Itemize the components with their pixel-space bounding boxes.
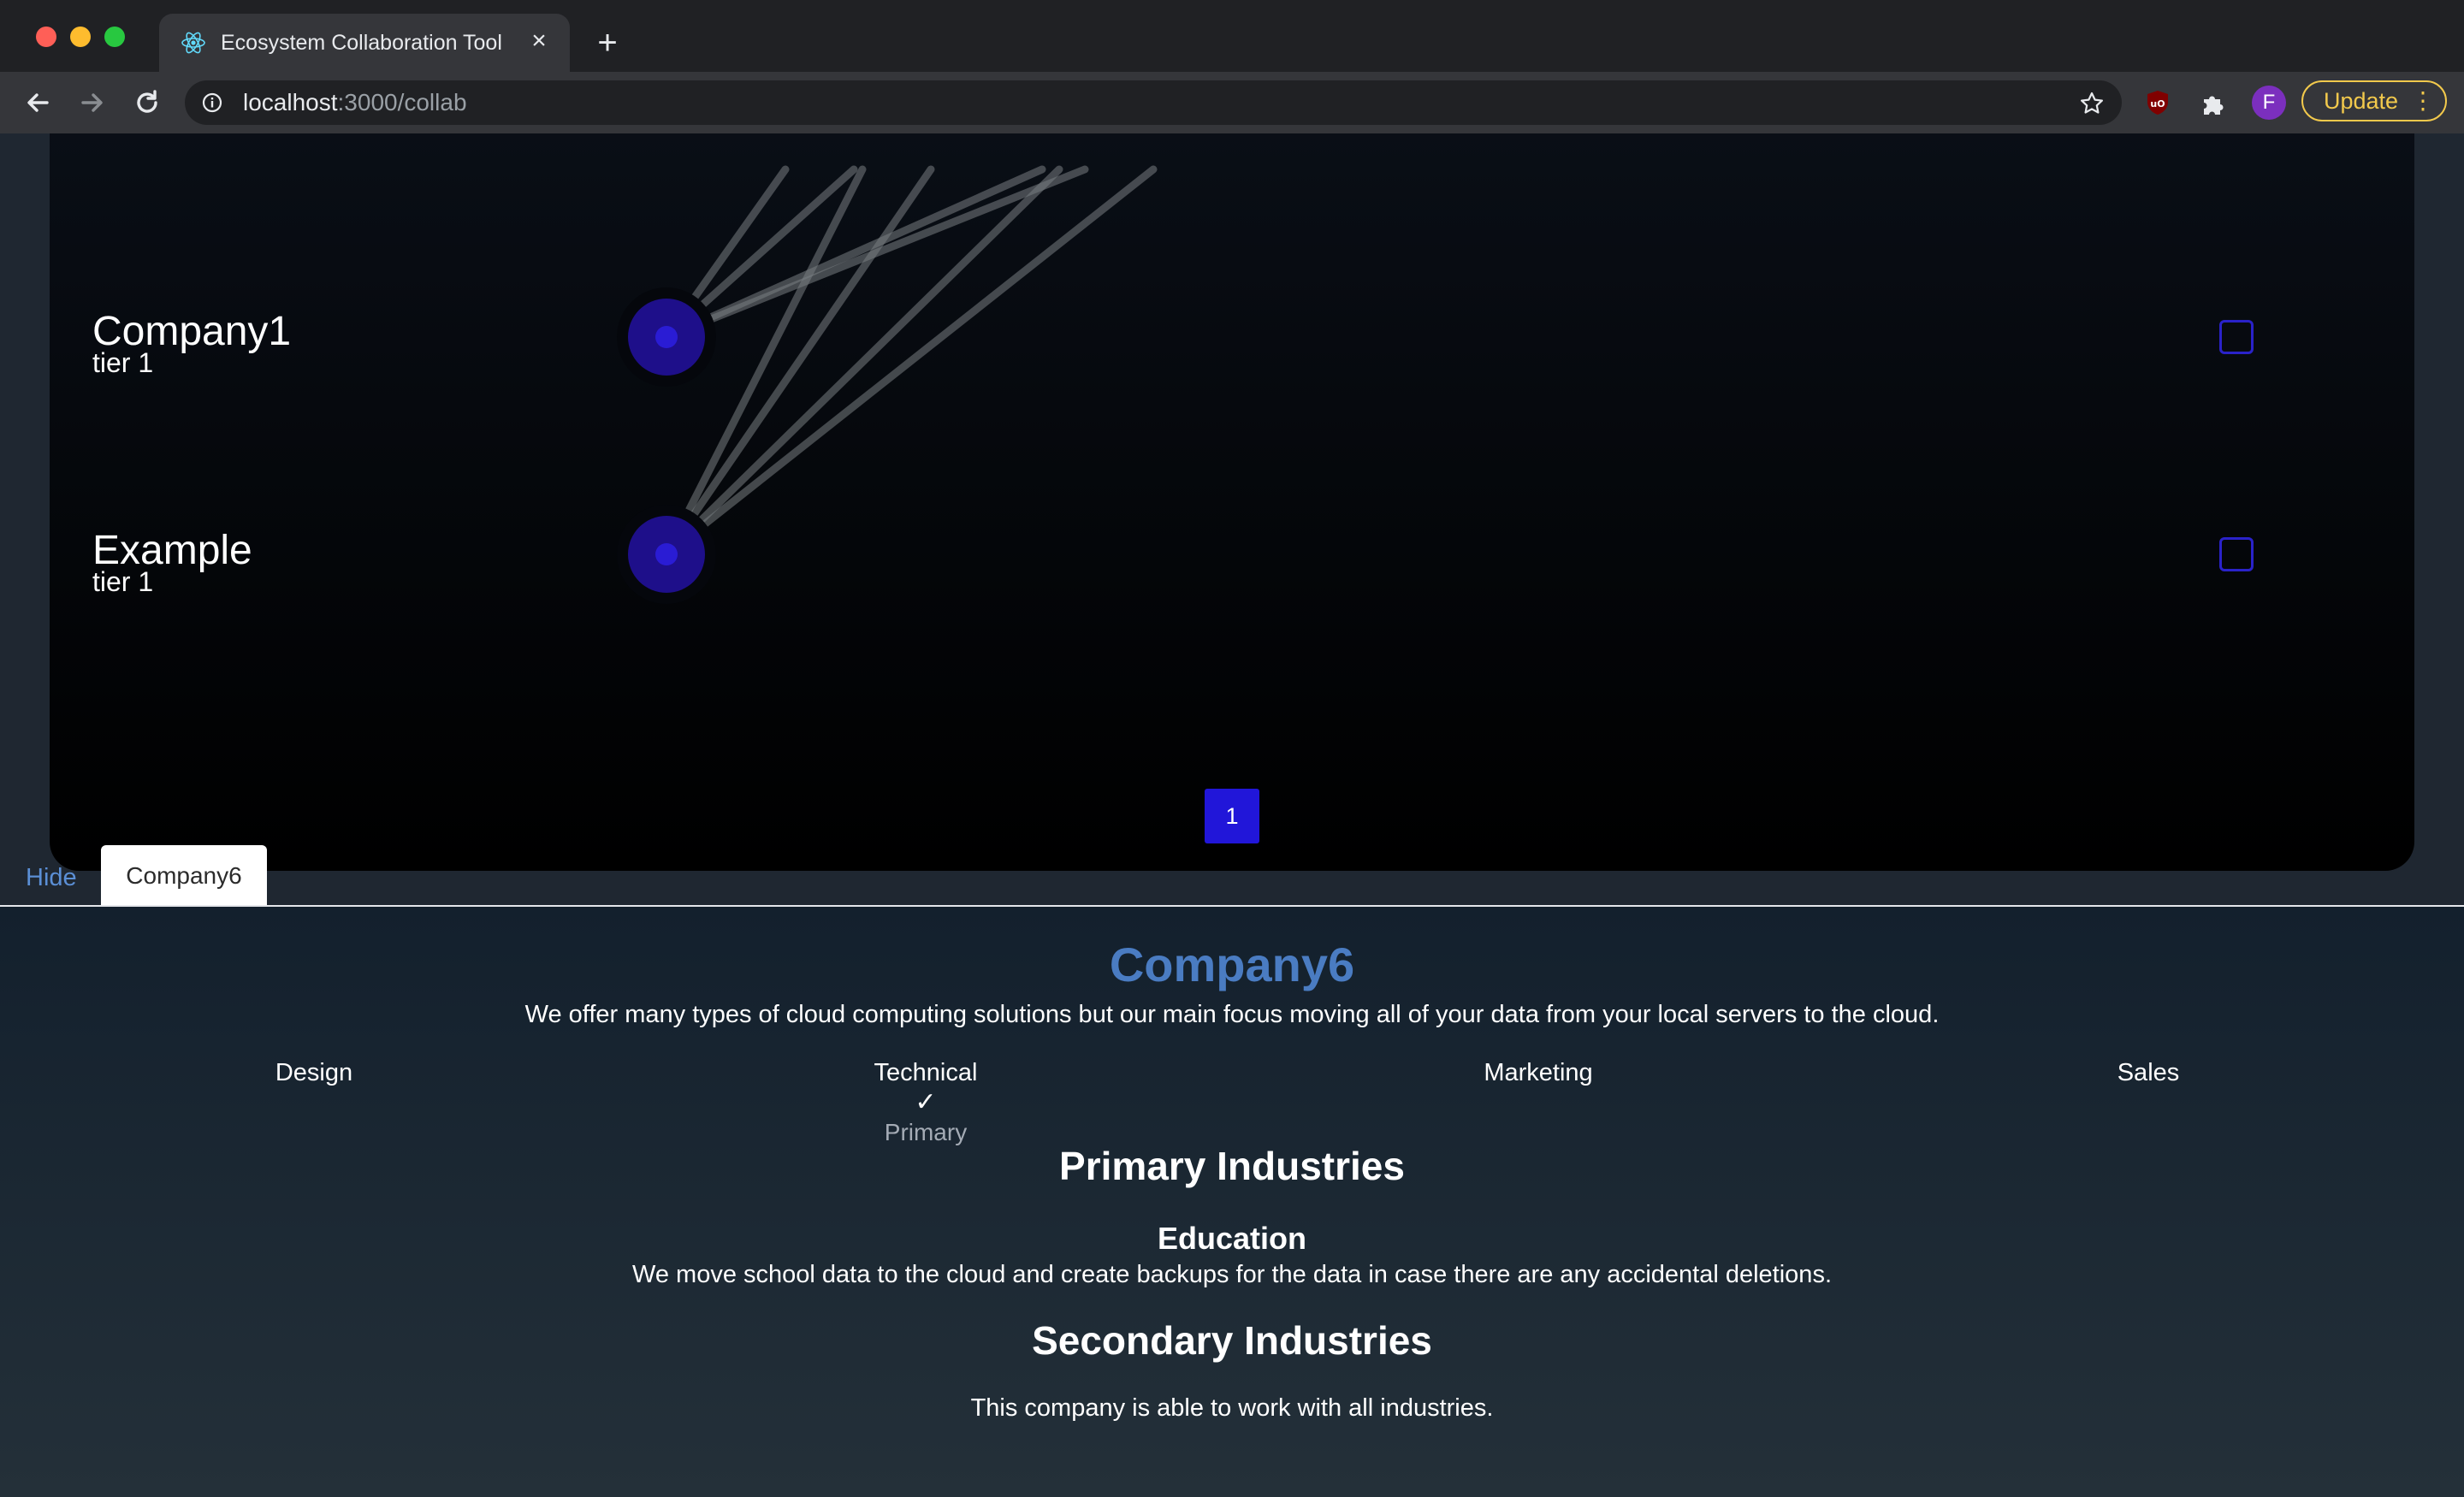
category-sales: Sales (2020, 1057, 2277, 1088)
info-icon[interactable] (202, 92, 222, 113)
category-design: Design (186, 1057, 442, 1088)
ublock-icon[interactable]: uO (2144, 89, 2171, 116)
url-text: localhost:3000/collab (243, 89, 467, 116)
node-checkbox-example[interactable] (2219, 537, 2254, 571)
category-technical: Technical ✓ Primary (797, 1057, 1054, 1148)
node-label-company1: Company1 tier 1 (92, 310, 291, 377)
graph-edge (662, 165, 1063, 559)
industry-description: We move school data to the cloud and cre… (632, 1261, 1832, 1288)
url-host: localhost (243, 89, 338, 115)
company-details: Company6 We offer many types of cloud co… (0, 907, 2464, 1497)
plus-icon[interactable]: + (590, 26, 625, 60)
puzzle-icon[interactable] (2199, 89, 2228, 118)
close-icon[interactable]: × (525, 27, 553, 55)
page-viewport: Company1 tier 1 Example tier 1 1 Hide Co… (0, 133, 2464, 1497)
update-button[interactable]: Update ⋮ (2301, 80, 2447, 121)
back-arrow-icon[interactable] (22, 87, 53, 118)
company-title: Company6 (1109, 938, 1355, 991)
tab-title: Ecosystem Collaboration Tool (221, 31, 502, 55)
browser-titlebar: Ecosystem Collaboration Tool × + (0, 0, 2464, 72)
graph-canvas (617, 165, 1158, 604)
category-label: Marketing (1484, 1059, 1593, 1086)
graph-node-company1[interactable] (617, 287, 716, 387)
primary-industries-heading: Primary Industries (1059, 1144, 1405, 1188)
profile-avatar[interactable]: F (2252, 86, 2286, 120)
forward-arrow-icon[interactable] (77, 87, 108, 118)
graph-edges (662, 165, 1158, 559)
category-label: Sales (2117, 1059, 2180, 1086)
star-icon[interactable] (2079, 91, 2105, 116)
pagination-page-button[interactable]: 1 (1205, 789, 1259, 843)
company-description: We offer many types of cloud computing s… (524, 1001, 1940, 1028)
node-label-example: Example tier 1 (92, 529, 252, 596)
zoom-window-button[interactable] (104, 27, 125, 47)
react-favicon-icon (181, 32, 205, 54)
category-marketing: Marketing (1410, 1057, 1667, 1088)
browser-tab-active[interactable]: Ecosystem Collaboration Tool × (159, 14, 570, 72)
address-bar[interactable]: localhost:3000/collab (185, 80, 2122, 125)
graph-node-example[interactable] (617, 505, 716, 604)
update-label: Update (2324, 88, 2399, 114)
secondary-industries-heading: Secondary Industries (1032, 1318, 1432, 1363)
ecosystem-graph-panel: Company1 tier 1 Example tier 1 (50, 133, 2414, 871)
browser-toolbar: localhost:3000/collab uO F Update ⋮ (0, 72, 2464, 133)
reload-icon[interactable] (132, 87, 163, 118)
company-tabs: Hide Company6 (0, 845, 2464, 907)
secondary-industries-note: This company is able to work with all in… (970, 1394, 1494, 1422)
hide-link[interactable]: Hide (26, 864, 77, 892)
category-label: Design (275, 1059, 353, 1086)
checkmark-icon: ✓ (915, 1088, 937, 1116)
category-label: Technical (874, 1059, 978, 1086)
svg-text:uO: uO (2150, 98, 2165, 109)
industry-name: Education (1157, 1221, 1306, 1256)
minimize-window-button[interactable] (70, 27, 91, 47)
url-path: :3000/collab (337, 89, 467, 115)
close-window-button[interactable] (36, 27, 56, 47)
node-checkbox-company1[interactable] (2219, 320, 2254, 354)
tab-company6[interactable]: Company6 (101, 845, 267, 905)
more-vert-icon[interactable]: ⋮ (2411, 82, 2435, 120)
